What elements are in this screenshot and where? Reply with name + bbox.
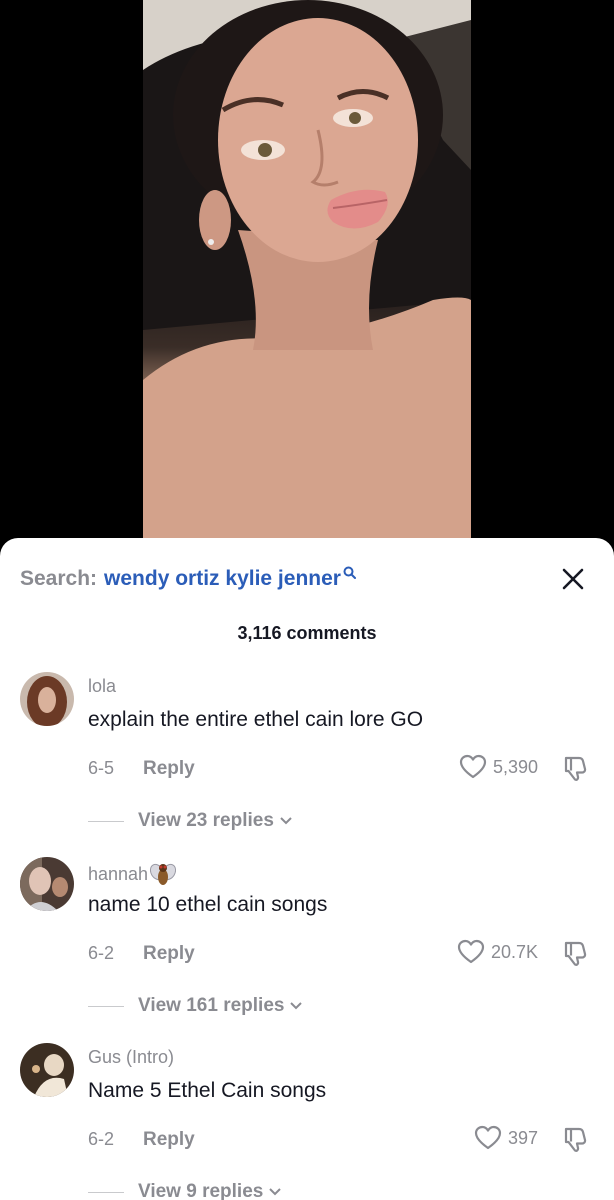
close-icon[interactable] [560, 566, 586, 592]
avatar[interactable] [20, 672, 74, 726]
comment-date: 6-5 [88, 758, 115, 778]
divider [88, 1191, 124, 1193]
fly-emoji-icon [150, 863, 177, 885]
reply-button[interactable]: Reply [143, 1129, 195, 1151]
like-count: 20.7K [490, 941, 538, 962]
like-button[interactable]: 397 [474, 1125, 538, 1151]
view-replies-label[interactable]: View 9 replies [138, 1181, 263, 1200]
username-text[interactable]: Gus (Intro) [88, 1047, 174, 1068]
comment-username[interactable]: hannah [88, 861, 177, 887]
comment-text: Name 5 Ethel Cain songs [88, 1079, 327, 1102]
comment-item: hannah name 10 ethel cain songs 6-2 Repl… [0, 857, 614, 1043]
search-icon [343, 566, 356, 579]
search-term-link[interactable]: wendy ortiz kylie jenner [104, 567, 341, 591]
reply-button[interactable]: Reply [143, 758, 195, 780]
view-replies-button[interactable]: View 9 replies [88, 1181, 282, 1200]
comment-item: lola explain the entire ethel cain lore … [0, 672, 614, 858]
comment-item: Gus (Intro) Name 5 Ethel Cain songs 6-2 … [0, 1043, 614, 1200]
dislike-icon[interactable] [562, 754, 590, 782]
reply-button[interactable]: Reply [143, 943, 195, 965]
comment-date: 6-2 [88, 1129, 115, 1149]
search-suggestion[interactable]: Search: wendy ortiz kylie jenner [20, 565, 356, 593]
avatar[interactable] [20, 857, 74, 911]
dislike-icon[interactable] [562, 1125, 590, 1153]
comment-count: 3,116 comments [237, 623, 377, 643]
comments-sheet: Search: wendy ortiz kylie jenner 3,116 c… [0, 538, 614, 1200]
heart-icon[interactable] [457, 939, 485, 965]
video-still-image [143, 0, 471, 560]
username-text[interactable]: hannah [88, 864, 148, 885]
comment-username[interactable]: lola [88, 676, 116, 697]
view-replies-button[interactable]: View 161 replies [88, 995, 303, 1017]
comment-text: explain the entire ethel cain lore GO [88, 708, 424, 731]
chevron-down-icon [269, 1188, 282, 1196]
like-button[interactable]: 5,390 [459, 754, 538, 780]
chevron-down-icon [290, 1002, 303, 1010]
comment-date: 6-2 [88, 943, 115, 963]
comment-username[interactable]: Gus (Intro) [88, 1047, 174, 1068]
chevron-down-icon [280, 817, 292, 825]
view-replies-label[interactable]: View 23 replies [138, 810, 274, 832]
divider [88, 1005, 124, 1007]
dislike-icon[interactable] [562, 939, 590, 967]
video-frame[interactable] [143, 0, 471, 560]
like-button[interactable]: 20.7K [457, 939, 538, 965]
view-replies-button[interactable]: View 23 replies [88, 810, 293, 832]
divider [88, 820, 124, 822]
avatar[interactable] [20, 1043, 74, 1097]
heart-icon[interactable] [459, 754, 487, 780]
username-text[interactable]: lola [88, 676, 116, 697]
heart-icon[interactable] [474, 1125, 502, 1151]
video-player[interactable] [0, 0, 614, 560]
like-count: 397 [507, 1127, 538, 1148]
comment-text: name 10 ethel cain songs [88, 893, 328, 916]
like-count: 5,390 [492, 756, 538, 777]
search-prefix: Search: [20, 567, 98, 590]
view-replies-label[interactable]: View 161 replies [138, 995, 284, 1017]
